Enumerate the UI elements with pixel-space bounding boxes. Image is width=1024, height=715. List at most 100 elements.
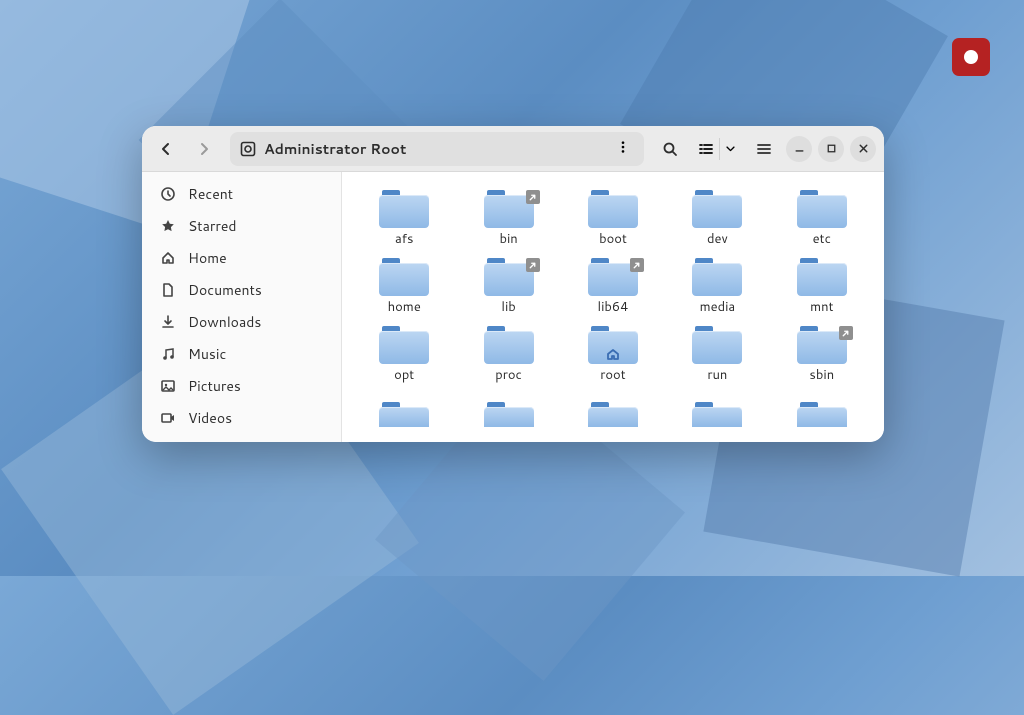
folder-item[interactable]: lib64: [565, 254, 661, 316]
sidebar-item-videos[interactable]: Videos: [142, 402, 341, 434]
sidebar-item-downloads[interactable]: Downloads: [142, 306, 341, 338]
close-button[interactable]: [850, 136, 876, 162]
screen-record-indicator[interactable]: [952, 38, 990, 76]
folder-item[interactable]: lib: [461, 254, 557, 316]
folder-label: dev: [707, 230, 728, 248]
back-button[interactable]: [150, 133, 182, 165]
folder-label: opt: [394, 366, 414, 384]
sidebar-item-home[interactable]: Home: [142, 242, 341, 274]
sidebar-item-recent[interactable]: Recent: [142, 178, 341, 210]
sidebar-item-documents[interactable]: Documents: [142, 274, 341, 306]
folder-item[interactable]: [461, 390, 557, 416]
maximize-button[interactable]: [818, 136, 844, 162]
content-area: afsbin boot dev etc home lib lib64 media mnt opt p…: [342, 172, 884, 442]
disk-icon: [240, 141, 256, 157]
symlink-badge: [630, 258, 644, 272]
folder-icon: [379, 392, 429, 416]
folder-item[interactable]: sbin: [774, 322, 870, 384]
folder-item[interactable]: home: [356, 254, 452, 316]
chevron-left-icon: [158, 141, 174, 157]
file-manager-window: Administrator Root Recent Starred Home Docu…: [142, 126, 884, 442]
sidebar-item-trash[interactable]: Trash: [142, 434, 341, 442]
folder-icon: [588, 324, 638, 366]
arrow-link-icon: [841, 329, 850, 338]
path-label: Administrator Root: [264, 139, 406, 159]
sidebar-item-music[interactable]: Music: [142, 338, 341, 370]
folder-icon: [484, 188, 534, 230]
arrow-link-icon: [528, 261, 537, 270]
folder-icon: [692, 392, 742, 416]
folder-label: media: [700, 298, 736, 316]
folder-item[interactable]: run: [669, 322, 765, 384]
minimize-icon: [793, 142, 806, 155]
folder-item[interactable]: afs: [356, 186, 452, 248]
folder-label: etc: [813, 230, 831, 248]
folder-item[interactable]: bin: [461, 186, 557, 248]
folder-item[interactable]: boot: [565, 186, 661, 248]
home-mark-icon: [606, 347, 620, 361]
star-icon: [160, 218, 176, 234]
folder-item[interactable]: media: [669, 254, 765, 316]
home-icon: [160, 250, 176, 266]
folder-item[interactable]: etc: [774, 186, 870, 248]
sidebar-item-label: Downloads: [188, 312, 261, 332]
view-toggle-button[interactable]: [692, 133, 742, 165]
music-icon: [160, 346, 176, 362]
folder-icon: [588, 392, 638, 416]
folder-icon: [379, 324, 429, 366]
arrow-link-icon: [528, 193, 537, 202]
chevron-right-icon: [196, 141, 212, 157]
folder-icon: [379, 256, 429, 298]
forward-button[interactable]: [188, 133, 220, 165]
video-icon: [160, 410, 176, 426]
document-icon: [160, 282, 176, 298]
download-icon: [160, 314, 176, 330]
folder-label: home: [388, 298, 421, 316]
folder-label: lib: [501, 298, 515, 316]
sidebar-item-label: Starred: [188, 216, 237, 236]
folder-label: lib64: [598, 298, 629, 316]
arrow-link-icon: [632, 261, 641, 270]
search-button[interactable]: [654, 133, 686, 165]
picture-icon: [160, 378, 176, 394]
sidebar-item-pictures[interactable]: Pictures: [142, 370, 341, 402]
kebab-icon: [616, 140, 630, 154]
hamburger-menu-button[interactable]: [748, 133, 780, 165]
folder-item[interactable]: [669, 390, 765, 416]
folder-item[interactable]: [356, 390, 452, 416]
symlink-badge: [526, 258, 540, 272]
minimize-button[interactable]: [786, 136, 812, 162]
sidebar-item-label: Recent: [188, 184, 233, 204]
folder-item[interactable]: [565, 390, 661, 416]
sidebar-item-label: Documents: [188, 280, 262, 300]
maximize-icon: [825, 142, 838, 155]
path-bar[interactable]: Administrator Root: [230, 132, 644, 166]
folder-item[interactable]: root: [565, 322, 661, 384]
titlebar: Administrator Root: [142, 126, 884, 172]
folder-item[interactable]: dev: [669, 186, 765, 248]
folder-icon: [588, 188, 638, 230]
path-menu-button[interactable]: [612, 135, 634, 163]
folder-icon: [797, 392, 847, 416]
folder-icon: [692, 188, 742, 230]
folder-item[interactable]: proc: [461, 322, 557, 384]
folder-item[interactable]: [774, 390, 870, 416]
separator: [719, 138, 720, 160]
sidebar-item-starred[interactable]: Starred: [142, 210, 341, 242]
sidebar-item-label: Music: [188, 344, 226, 364]
list-icon: [698, 141, 714, 157]
folder-label: mnt: [810, 298, 833, 316]
folder-icon: [484, 256, 534, 298]
home-overlay: [606, 344, 620, 367]
folder-icon: [588, 256, 638, 298]
hamburger-icon: [756, 141, 772, 157]
sidebar: Recent Starred Home Documents Downloads Music…: [142, 172, 342, 442]
folder-item[interactable]: mnt: [774, 254, 870, 316]
sidebar-item-label: Trash: [188, 440, 224, 442]
folder-item[interactable]: opt: [356, 322, 452, 384]
sidebar-item-label: Home: [188, 248, 227, 268]
symlink-badge: [839, 326, 853, 340]
folder-icon: [484, 392, 534, 416]
folder-label: boot: [599, 230, 627, 248]
folder-icon: [484, 324, 534, 366]
